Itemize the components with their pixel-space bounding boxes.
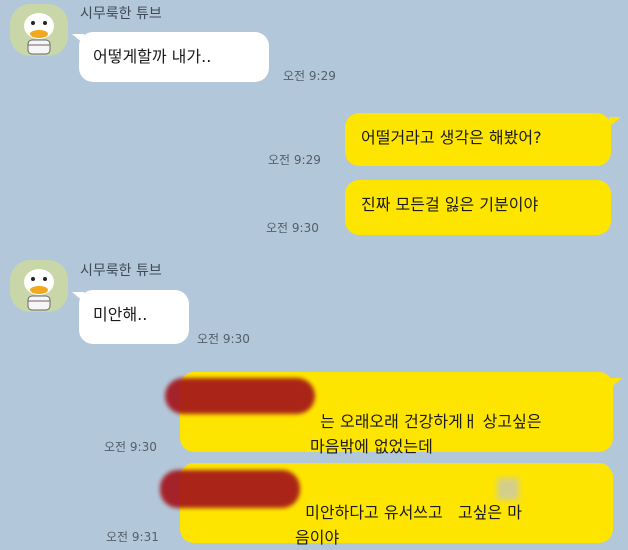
message-time: 오전 9:30 xyxy=(266,221,319,235)
message-text: 미안하다고 유서쓰고 고싶은 마 음이야 xyxy=(295,503,522,547)
message-time: 오전 9:29 xyxy=(268,153,321,167)
sender-name: 시무룩한 튜브 xyxy=(80,263,162,279)
message-time: 오전 9:30 xyxy=(197,332,250,346)
message-text: 는 오래오래 건강하게ㅐ 상고싶은 마음밖에 없었는데 xyxy=(310,412,542,456)
bubble-tail xyxy=(610,378,622,388)
message-bubble-outgoing[interactable]: 어떨거라고 생각은 해봤어? xyxy=(345,113,611,166)
bubble-tail xyxy=(609,117,621,127)
sender-name: 시무룩한 튜브 xyxy=(80,6,162,22)
message-bubble-incoming[interactable]: 미안해.. xyxy=(79,290,189,344)
message-bubble-incoming[interactable]: 어떻게할까 내가.. xyxy=(79,32,269,82)
redaction-mark xyxy=(160,470,300,508)
avatar-tube-icon[interactable] xyxy=(10,4,68,56)
blurred-text xyxy=(497,478,519,500)
message-time: 오전 9:30 xyxy=(104,440,157,454)
message-bubble-outgoing[interactable]: 진짜 모든걸 잃은 기분이야 xyxy=(345,180,611,235)
redaction-mark xyxy=(165,378,315,414)
message-time: 오전 9:29 xyxy=(283,69,336,83)
message-time: 오전 9:31 xyxy=(106,530,159,544)
avatar-tube-icon[interactable] xyxy=(10,260,68,312)
